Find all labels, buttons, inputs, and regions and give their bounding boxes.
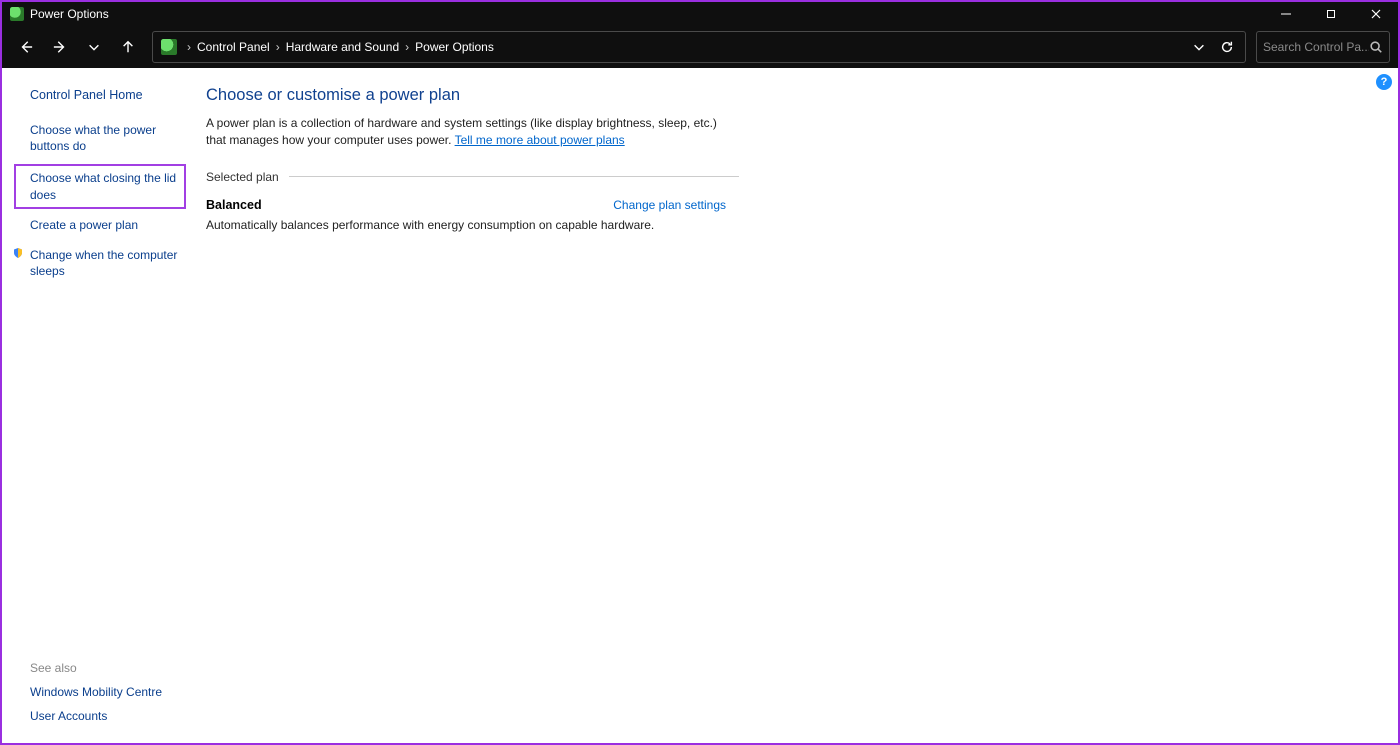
intro-text: A power plan is a collection of hardware… <box>206 115 726 150</box>
breadcrumb-separator: › <box>405 40 409 54</box>
sidebar-link-closing-lid[interactable]: Choose what closing the lid does <box>14 164 186 208</box>
breadcrumb-separator: › <box>187 40 191 54</box>
see-also-user-accounts[interactable]: User Accounts <box>30 709 188 723</box>
chevron-down-icon <box>1192 40 1206 54</box>
breadcrumb-separator: › <box>276 40 280 54</box>
divider <box>289 176 739 177</box>
close-button[interactable] <box>1353 2 1398 26</box>
tell-me-more-link[interactable]: Tell me more about power plans <box>455 133 625 147</box>
refresh-button[interactable] <box>1213 33 1241 61</box>
forward-button[interactable] <box>44 31 76 63</box>
sidebar-item-label: Change when the computer sleeps <box>30 248 177 278</box>
minimize-button[interactable] <box>1263 2 1308 26</box>
arrow-right-icon <box>53 40 67 54</box>
plan-name: Balanced <box>206 198 262 212</box>
arrow-up-icon <box>121 40 135 54</box>
sidebar-link-power-buttons[interactable]: Choose what the power buttons do <box>14 120 188 156</box>
title-bar: Power Options <box>2 2 1398 26</box>
sidebar-link-create-plan[interactable]: Create a power plan <box>14 215 188 235</box>
address-history-button[interactable] <box>1185 33 1213 61</box>
page-heading: Choose or customise a power plan <box>206 86 1386 105</box>
sidebar: Control Panel Home Choose what the power… <box>2 68 192 743</box>
change-plan-settings-link[interactable]: Change plan settings <box>613 198 726 212</box>
breadcrumb-control-panel[interactable]: Control Panel <box>197 40 270 54</box>
see-also-mobility-centre[interactable]: Windows Mobility Centre <box>30 685 188 699</box>
selected-plan-label-row: Selected plan <box>206 170 1386 184</box>
plan-row: Balanced Change plan settings <box>206 198 726 212</box>
app-icon <box>10 7 24 21</box>
close-icon <box>1371 9 1381 19</box>
refresh-icon <box>1220 40 1234 54</box>
control-panel-home-link[interactable]: Control Panel Home <box>30 88 188 102</box>
maximize-icon <box>1326 9 1336 19</box>
window-title: Power Options <box>30 7 109 21</box>
nav-row: › Control Panel › Hardware and Sound › P… <box>2 26 1398 68</box>
sidebar-link-computer-sleeps[interactable]: Change when the computer sleeps <box>14 245 188 281</box>
chevron-down-icon <box>87 40 101 54</box>
plan-description: Automatically balances performance with … <box>206 218 726 232</box>
search-box[interactable] <box>1256 31 1390 63</box>
back-button[interactable] <box>10 31 42 63</box>
selected-plan-label: Selected plan <box>206 170 279 184</box>
search-icon <box>1369 40 1383 54</box>
breadcrumb-power-options[interactable]: Power Options <box>415 40 494 54</box>
shield-icon <box>12 247 24 259</box>
recent-locations-button[interactable] <box>78 31 110 63</box>
arrow-left-icon <box>19 40 33 54</box>
minimize-icon <box>1281 9 1291 19</box>
control-panel-icon <box>161 39 177 55</box>
address-bar[interactable]: › Control Panel › Hardware and Sound › P… <box>152 31 1246 63</box>
search-input[interactable] <box>1263 40 1369 54</box>
content-area: ? Control Panel Home Choose what the pow… <box>2 68 1398 743</box>
see-also-label: See also <box>30 661 188 675</box>
main-panel: Choose or customise a power plan A power… <box>192 68 1398 743</box>
maximize-button[interactable] <box>1308 2 1353 26</box>
breadcrumb-hardware-sound[interactable]: Hardware and Sound <box>286 40 399 54</box>
up-button[interactable] <box>112 31 144 63</box>
